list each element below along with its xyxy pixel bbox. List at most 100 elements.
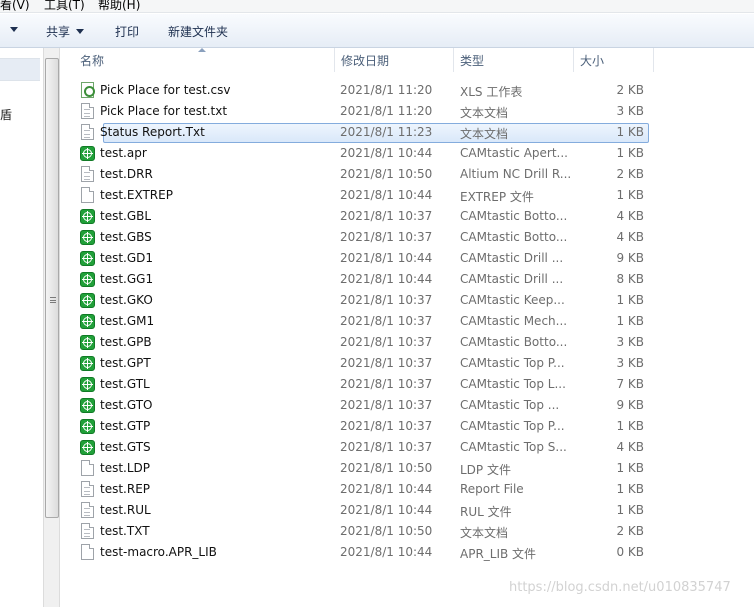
file-name: test.GM1 [100,314,155,328]
file-size: 1 KB [616,419,644,433]
file-date: 2021/8/1 10:44 [340,545,433,559]
file-date: 2021/8/1 11:23 [340,125,433,139]
file-row[interactable]: test.GPT 2021/8/1 10:37 CAMtastic Top P...… [60,353,754,374]
file-row[interactable]: test.GM1 2021/8/1 10:37 CAMtastic Mech... 1… [60,311,754,332]
file-date: 2021/8/1 10:37 [340,314,433,328]
file-row[interactable]: test.GTP 2021/8/1 10:37 CAMtastic Top P...… [60,416,754,437]
file-row[interactable]: test.GD1 2021/8/1 10:44 CAMtastic Drill ..… [60,248,754,269]
file-name: test.GTO [100,398,153,412]
file-size: 1 KB [616,314,644,328]
camtastic-icon [80,271,96,288]
scrollbar-thumb[interactable] [45,58,59,518]
file-type: LDP 文件 [460,463,511,477]
file-row[interactable]: test.REP 2021/8/1 10:44 Report File 1 KB [60,479,754,500]
file-size: 3 KB [616,335,644,349]
camtastic-icon [80,145,96,162]
file-size: 1 KB [616,503,644,517]
file-date: 2021/8/1 10:37 [340,335,433,349]
file-row[interactable]: test.GBL 2021/8/1 10:37 CAMtastic Botto...… [60,206,754,227]
file-type: CAMtastic Top L... [460,377,566,391]
file-date: 2021/8/1 10:37 [340,209,433,223]
column-size[interactable]: 大小 [574,48,654,72]
xls-icon [80,82,96,99]
print-button[interactable]: 打印 [115,23,139,40]
column-header: 名称 修改日期 类型 大小 [60,48,754,72]
file-row[interactable]: test-macro.APR_LIB 2021/8/1 10:44 APR_LIB … [60,542,754,563]
organize-dropdown[interactable] [4,23,18,37]
file-row[interactable]: test.GKO 2021/8/1 10:37 CAMtastic Keep... 1… [60,290,754,311]
camtastic-icon [80,355,96,372]
blank-file-icon [80,544,96,561]
menu-help[interactable]: 帮助(H) [98,0,140,11]
file-type: 文本文档 [460,127,509,141]
file-name: Pick Place for test.txt [100,104,228,118]
file-row[interactable]: test.GTO 2021/8/1 10:37 CAMtastic Top ... 9… [60,395,754,416]
file-row[interactable]: test.EXTREP 2021/8/1 10:44 EXTREP 文件 1 KB [60,185,754,206]
nav-item-label[interactable]: 盾 [0,106,12,123]
file-type: CAMtastic Mech... [460,314,568,328]
file-name: test.GKO [100,293,153,307]
menu-view[interactable]: 看(V) [0,0,30,11]
share-button[interactable]: 共享 [46,23,85,40]
file-name: test.GBL [100,209,152,223]
file-size: 1 KB [616,482,644,496]
command-bar: 共享 打印 新建文件夹 [0,14,754,48]
file-row[interactable]: test.DRR 2021/8/1 10:50 Altium NC Drill R.… [60,164,754,185]
file-row[interactable]: test.GPB 2021/8/1 10:37 CAMtastic Botto...… [60,332,754,353]
file-type: CAMtastic Botto... [460,209,568,223]
file-size: 8 KB [616,272,644,286]
file-name: test.GTS [100,440,151,454]
nav-selected-item[interactable] [0,58,40,81]
file-name: test.GPB [100,335,152,349]
menu-tools[interactable]: 工具(T) [44,0,85,11]
file-row[interactable]: Status Report.Txt 2021/8/1 11:23 文本文档 1 KB [60,122,754,143]
file-size: 1 KB [616,188,644,202]
file-date: 2021/8/1 10:44 [340,503,433,517]
file-type: APR_LIB 文件 [460,547,537,561]
file-name: test.GPT [100,356,151,370]
file-row[interactable]: test.GG1 2021/8/1 10:44 CAMtastic Drill ..… [60,269,754,290]
file-date: 2021/8/1 10:37 [340,377,433,391]
file-size: 7 KB [616,377,644,391]
file-type: Report File [460,482,524,496]
column-type[interactable]: 类型 [454,48,574,72]
scrollbar-grip-icon [50,297,56,303]
file-name: test.TXT [100,524,150,538]
file-date: 2021/8/1 10:44 [340,482,433,496]
file-row[interactable]: test.RUL 2021/8/1 10:44 RUL 文件 1 KB [60,500,754,521]
file-size: 1 KB [616,146,644,160]
menu-bar: 看(V) 工具(T) 帮助(H) [0,0,754,13]
file-type: CAMtastic Drill ... [460,251,564,265]
file-size: 3 KB [616,356,644,370]
file-row[interactable]: test.apr 2021/8/1 10:44 CAMtastic Apert...… [60,143,754,164]
file-name: Status Report.Txt [100,125,205,139]
file-date: 2021/8/1 10:44 [340,272,433,286]
file-row[interactable]: Pick Place for test.csv 2021/8/1 11:20 XLS… [60,80,754,101]
file-type: CAMtastic Top P... [460,356,565,370]
text-file-icon [80,523,96,540]
navigation-scrollbar[interactable] [43,48,60,607]
camtastic-icon [80,397,96,414]
column-name[interactable]: 名称 [74,48,335,72]
file-name: test.DRR [100,167,153,181]
file-size: 4 KB [616,230,644,244]
file-row[interactable]: test.LDP 2021/8/1 10:50 LDP 文件 1 KB [60,458,754,479]
camtastic-icon [80,292,96,309]
file-row[interactable]: test.GBS 2021/8/1 10:37 CAMtastic Botto...… [60,227,754,248]
new-folder-button[interactable]: 新建文件夹 [168,23,228,40]
file-row[interactable]: test.GTS 2021/8/1 10:37 CAMtastic Top S...… [60,437,754,458]
file-date: 2021/8/1 10:37 [340,230,433,244]
file-row[interactable]: test.TXT 2021/8/1 10:50 文本文档 2 KB [60,521,754,542]
file-type: CAMtastic Apert... [460,146,568,160]
file-name: test.GTP [100,419,151,433]
file-size: 1 KB [616,125,644,139]
column-date[interactable]: 修改日期 [335,48,454,72]
text-file-icon [80,481,96,498]
file-date: 2021/8/1 10:37 [340,398,433,412]
camtastic-icon [80,313,96,330]
file-row[interactable]: test.GTL 2021/8/1 10:37 CAMtastic Top L...… [60,374,754,395]
text-file-icon [80,124,96,141]
file-size: 1 KB [616,461,644,475]
file-row[interactable]: Pick Place for test.txt 2021/8/1 11:20 文本文… [60,101,754,122]
file-size: 9 KB [616,251,644,265]
